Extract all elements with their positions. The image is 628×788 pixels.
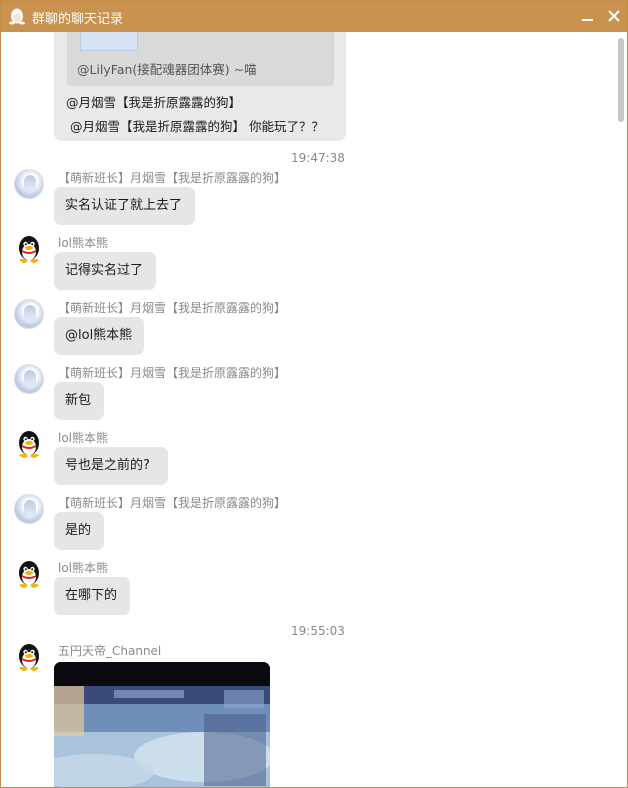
message-bubble[interactable]: 在哪下的: [54, 577, 130, 615]
message-text: @月烟雪【我是折原露露的狗】 你能玩了？？: [70, 119, 324, 134]
game-screenshot-image[interactable]: [54, 662, 270, 788]
sender-name: 【萌新班长】月烟雪【我是折原露露的狗】: [58, 496, 287, 510]
qq-penguin-avatar[interactable]: [14, 559, 44, 589]
qq-penguin-icon: [9, 8, 25, 25]
anime-avatar[interactable]: [14, 364, 44, 394]
anime-avatar[interactable]: [14, 299, 44, 329]
message-bubble[interactable]: 号也是之前的?: [54, 447, 168, 485]
chat-history-window: 群聊的聊天记录 @LilyFan(接配魂器团体赛) ~喵 @月烟雪【我是折原露露…: [0, 0, 628, 788]
qq-penguin-avatar[interactable]: [14, 429, 44, 459]
sender-name: 五円天帝_Channel: [58, 644, 162, 658]
quoted-image: [80, 32, 138, 51]
message-bubble[interactable]: @lol熊本熊: [54, 317, 144, 355]
title-bar[interactable]: 群聊的聊天记录: [1, 1, 627, 32]
scrollbar-track[interactable]: [616, 32, 626, 787]
qq-penguin-avatar[interactable]: [14, 234, 44, 264]
timestamp: 19:47:38: [291, 151, 345, 165]
anime-avatar[interactable]: [14, 494, 44, 524]
sender-name: 【萌新班长】月烟雪【我是折原露露的狗】: [58, 366, 287, 380]
message-bubble[interactable]: 是的: [54, 512, 104, 550]
message-bubble[interactable]: 记得实名过了: [54, 252, 156, 290]
sender-name: 【萌新班长】月烟雪【我是折原露露的狗】: [58, 301, 287, 315]
scrollbar-thumb[interactable]: [618, 38, 624, 122]
sender-name: lol熊本熊: [58, 431, 109, 445]
window-title: 群聊的聊天记录: [32, 12, 124, 27]
quoted-author: @LilyFan(接配魂器团体赛) ~喵: [77, 62, 257, 77]
sender-name: 【萌新班长】月烟雪【我是折原露露的狗】: [58, 171, 287, 185]
sender-name: lol熊本熊: [58, 236, 109, 250]
sender-name: lol熊本熊: [58, 561, 109, 575]
qq-penguin-avatar[interactable]: [14, 642, 44, 672]
minimize-icon[interactable]: [577, 5, 599, 27]
message-text: @月烟雪【我是折原露露的狗】: [66, 95, 242, 110]
anime-avatar[interactable]: [14, 169, 44, 199]
close-icon[interactable]: [603, 5, 625, 27]
message-bubble[interactable]: 实名认证了就上去了: [54, 187, 195, 225]
timestamp: 19:55:03: [291, 624, 345, 638]
message-bubble[interactable]: 新包: [54, 382, 104, 420]
